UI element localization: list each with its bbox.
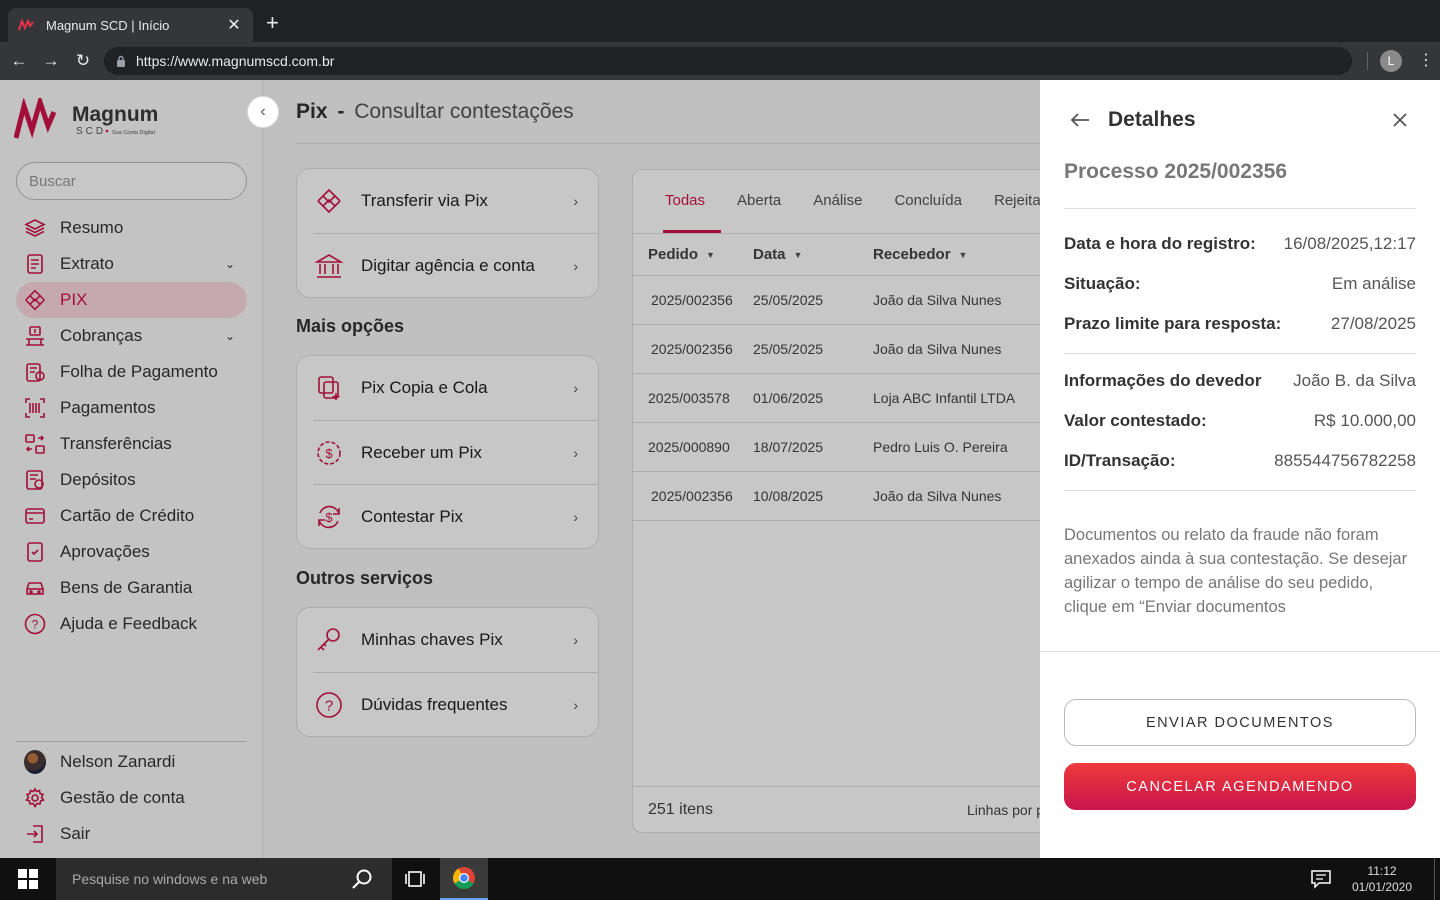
browser-tab-bar: Magnum SCD | Início ✕ + bbox=[0, 0, 1440, 42]
cancel-schedule-button[interactable]: CANCELAR AGENDAMENDO bbox=[1064, 763, 1416, 810]
clock-date: 01/01/2020 bbox=[1351, 880, 1413, 894]
process-number: Processo 2025/002356 bbox=[1064, 160, 1288, 183]
lock-icon bbox=[117, 55, 125, 67]
close-icon[interactable] bbox=[1390, 110, 1410, 130]
send-documents-button[interactable]: ENVIAR DOCUMENTOS bbox=[1064, 699, 1416, 746]
browser-address-bar: ← → ↻ https://www.magnumscd.com.br L ⋮ bbox=[0, 42, 1440, 80]
browser-tab[interactable]: Magnum SCD | Início ✕ bbox=[8, 8, 253, 42]
field-key: Data e hora do registro: bbox=[1064, 234, 1256, 253]
new-tab-icon[interactable]: + bbox=[266, 12, 279, 34]
drawer-footer-divider bbox=[1040, 651, 1440, 652]
tab-close-icon[interactable]: ✕ bbox=[225, 15, 243, 35]
windows-taskbar: Pesquise no windows e na web 11:12 01/01… bbox=[0, 858, 1440, 900]
search-icon[interactable] bbox=[350, 868, 374, 892]
field-key: Prazo limite para resposta: bbox=[1064, 314, 1282, 333]
windows-start-icon[interactable] bbox=[0, 858, 56, 900]
task-view-icon[interactable] bbox=[404, 869, 426, 889]
magnum-favicon-icon bbox=[18, 19, 34, 31]
toolbar-divider bbox=[1367, 52, 1368, 70]
url-field[interactable]: https://www.magnumscd.com.br bbox=[104, 47, 1352, 75]
field-value: R$ 10.000,00 bbox=[1313, 411, 1416, 430]
taskbar-search-placeholder: Pesquise no windows e na web bbox=[72, 871, 268, 887]
profile-avatar[interactable]: L bbox=[1380, 50, 1402, 72]
drawer-divider bbox=[1064, 490, 1416, 491]
forward-icon[interactable]: → bbox=[35, 51, 67, 71]
field-value: 16/08/2025,12:17 bbox=[1283, 234, 1416, 253]
notification-icon[interactable] bbox=[1310, 869, 1332, 889]
field-valor: Valor contestado: R$ 10.000,00 bbox=[1064, 411, 1416, 431]
url-text: https://www.magnumscd.com.br bbox=[136, 53, 335, 69]
field-key: Informações do devedor bbox=[1064, 371, 1262, 390]
field-key: Valor contestado: bbox=[1064, 411, 1207, 430]
field-value: 27/08/2025 bbox=[1330, 314, 1416, 333]
field-prazo: Prazo limite para resposta: 27/08/2025 bbox=[1064, 314, 1416, 334]
details-drawer: Detalhes Processo 2025/002356 Data e hor… bbox=[1040, 80, 1440, 858]
chrome-icon bbox=[453, 867, 475, 889]
show-desktop-button[interactable] bbox=[1434, 858, 1435, 900]
taskbar-clock[interactable]: 11:12 01/01/2020 bbox=[1344, 863, 1420, 895]
reload-icon[interactable]: ↻ bbox=[67, 51, 99, 71]
field-transacao: ID/Transação: 885544756782258 bbox=[1064, 451, 1416, 471]
drawer-divider bbox=[1064, 208, 1416, 209]
taskbar-search-field[interactable]: Pesquise no windows e na web bbox=[56, 858, 392, 900]
chrome-taskbar-button[interactable] bbox=[440, 858, 488, 900]
field-key: Situação: bbox=[1064, 274, 1141, 293]
field-situacao: Situação: Em análise bbox=[1064, 274, 1416, 294]
field-key: ID/Transação: bbox=[1064, 451, 1176, 470]
field-value: João B. da Silva bbox=[1293, 371, 1416, 390]
field-registro: Data e hora do registro: 16/08/2025,12:17 bbox=[1064, 234, 1416, 254]
drawer-title: Detalhes bbox=[1108, 108, 1196, 131]
modal-backdrop[interactable] bbox=[0, 80, 1040, 858]
field-devedor: Informações do devedor João B. da Silva bbox=[1064, 371, 1416, 391]
field-value: Em análise bbox=[1331, 274, 1416, 293]
clock-time: 11:12 bbox=[1367, 864, 1397, 878]
arrow-left-icon[interactable] bbox=[1068, 108, 1092, 132]
drawer-divider bbox=[1064, 353, 1416, 354]
field-value: 885544756782258 bbox=[1274, 451, 1416, 470]
documents-message: Documentos ou relato da fraude não foram… bbox=[1064, 526, 1408, 616]
collapse-sidebar-button[interactable]: ‹ bbox=[247, 96, 279, 128]
back-icon[interactable]: ← bbox=[3, 51, 35, 71]
chevron-left-icon: ‹ bbox=[260, 103, 266, 120]
browser-tab-title: Magnum SCD | Início bbox=[46, 17, 170, 33]
app: Pix - Consultar contestações Transferir … bbox=[0, 80, 1440, 858]
browser-menu-icon[interactable]: ⋮ bbox=[1418, 50, 1434, 72]
